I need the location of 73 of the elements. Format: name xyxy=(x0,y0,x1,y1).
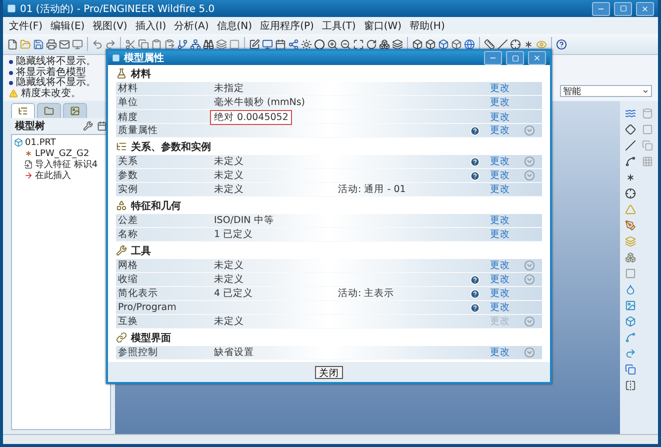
property-label: 简化表示 xyxy=(118,287,159,300)
menu-item[interactable]: 插入(I) xyxy=(135,18,166,32)
change-link[interactable]: 更改 xyxy=(490,111,524,124)
property-label: 实例 xyxy=(118,183,139,196)
change-link[interactable]: 更改 xyxy=(490,82,524,95)
section-title: 特征和几何 xyxy=(131,200,181,212)
message-text: 隐藏线将不显示。 xyxy=(16,57,96,68)
close-dialog-button[interactable]: 关闭 xyxy=(315,366,343,378)
change-link[interactable]: 更改 xyxy=(490,124,524,137)
message-text: 精度未改变。 xyxy=(21,88,81,99)
property-value: 未定义 xyxy=(214,259,244,272)
change-link[interactable]: 更改 xyxy=(490,287,524,300)
property-label: 精度 xyxy=(118,111,139,124)
menu-item[interactable]: 工具(T) xyxy=(322,18,356,32)
change-link[interactable]: 更改 xyxy=(490,96,524,109)
filter-value: 智能 xyxy=(563,86,581,98)
change-link[interactable]: 更改 xyxy=(490,228,524,241)
menu-item[interactable]: 视图(V) xyxy=(92,18,128,32)
property-label: 收缩 xyxy=(118,273,139,286)
tree-item[interactable]: 01.PRT xyxy=(25,138,56,148)
menu-item[interactable]: 分析(A) xyxy=(174,18,209,32)
menu-item[interactable]: 编辑(E) xyxy=(50,18,85,32)
filter-dropdown[interactable]: 智能 xyxy=(560,85,652,97)
property-value: 缺省设置 xyxy=(214,346,254,359)
property-label: 关系 xyxy=(118,155,139,168)
section-title: 材料 xyxy=(131,68,151,80)
change-link[interactable]: 更改 xyxy=(490,214,524,227)
property-value: 未定义 xyxy=(214,183,244,196)
property-label: 公差 xyxy=(118,214,139,227)
property-value: 未定义 xyxy=(214,273,244,286)
tree-title: 模型树 xyxy=(15,120,45,133)
property-label: 单位 xyxy=(118,96,139,109)
section-title: 关系、参数和实例 xyxy=(131,140,211,154)
change-link[interactable]: 更改 xyxy=(490,169,524,182)
property-value: ISO/DIN 中等 xyxy=(214,214,274,227)
property-value: 未定义 xyxy=(214,315,244,328)
message-text: 将显示着色模型 xyxy=(16,68,86,78)
property-value: 1 已定义 xyxy=(214,228,254,241)
property-label: 参数 xyxy=(118,169,139,182)
change-link[interactable]: 更改 xyxy=(490,259,524,272)
property-label: 参照控制 xyxy=(118,346,159,359)
property-label: Pro/Program xyxy=(118,302,178,313)
section-title: 工具 xyxy=(131,244,151,258)
tree-item[interactable]: 导入特征 标识4 xyxy=(35,158,98,171)
message-text: 隐藏线将不显示。 xyxy=(16,78,96,88)
property-label: 互换 xyxy=(118,315,139,328)
property-value: 4 已定义 xyxy=(214,287,254,300)
section-title: 模型界面 xyxy=(131,332,171,344)
window-title: 01 (活动的) - Pro/ENGINEER Wildfire 5.0 xyxy=(20,2,216,16)
dialog-title: 模型属性 xyxy=(124,52,165,65)
menu-item[interactable]: 信息(N) xyxy=(216,18,252,32)
change-link[interactable]: 更改 xyxy=(490,155,524,168)
property-value: 毫米牛顿秒 (mmNs) xyxy=(214,96,305,109)
change-link[interactable]: 更改 xyxy=(490,183,524,196)
property-label: 质量属性 xyxy=(118,124,159,137)
change-link[interactable]: 更改 xyxy=(490,346,524,359)
property-note: 活动: 通用 - 01 xyxy=(338,183,407,196)
tree-item[interactable]: LPW_GZ_G2 xyxy=(35,148,90,158)
menu-item[interactable]: 文件(F) xyxy=(9,18,43,32)
tree-item[interactable]: 在此插入 xyxy=(35,169,71,182)
change-link[interactable]: 更改 xyxy=(490,273,524,286)
menu-item[interactable]: 帮助(H) xyxy=(410,18,445,32)
property-label: 网格 xyxy=(118,259,139,272)
property-value: 未定义 xyxy=(214,155,244,168)
menu-item[interactable]: 窗口(W) xyxy=(364,18,402,32)
property-value: 未指定 xyxy=(214,82,244,95)
property-value: 绝对 0.0045052 xyxy=(210,110,292,125)
property-note: 活动: 主表示 xyxy=(338,287,396,300)
property-value: 未定义 xyxy=(214,169,244,182)
property-label: 名称 xyxy=(118,228,139,241)
menu-item[interactable]: 应用程序(P) xyxy=(260,18,314,32)
property-label: 材料 xyxy=(118,82,139,95)
change-link[interactable]: 更改 xyxy=(490,301,524,314)
